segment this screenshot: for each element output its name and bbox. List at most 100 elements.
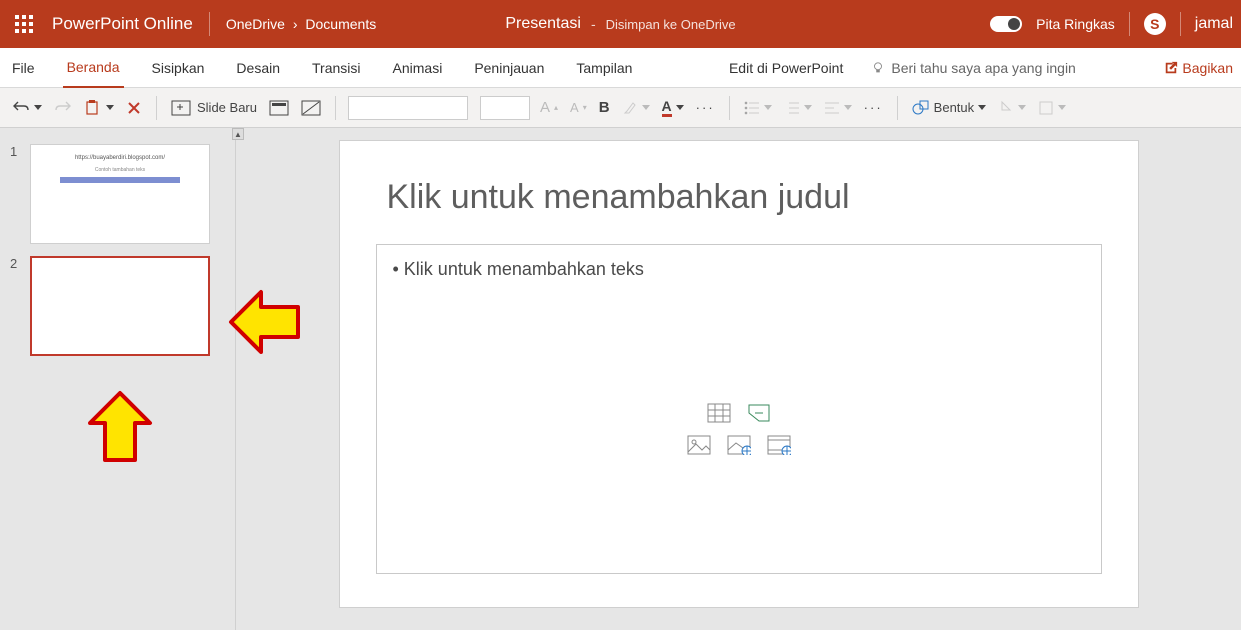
paragraph-more-button[interactable]: ···: [862, 98, 885, 117]
insert-video-icon[interactable]: [766, 434, 792, 456]
delete-button[interactable]: [124, 98, 144, 118]
thumb-body: Contoh tambahan teks: [31, 167, 209, 173]
breadcrumb[interactable]: OneDrive › Documents: [226, 16, 376, 32]
document-title-area: Presentasi - Disimpan ke OneDrive: [505, 15, 735, 33]
ribbon-toolbar: Slide Baru A▴ A▾ B A ··· ··· Bentuk: [0, 88, 1241, 128]
tab-animasi[interactable]: Animasi: [389, 48, 447, 88]
insert-online-picture-icon[interactable]: [726, 434, 752, 456]
thumbnail-row: 1 https://buayaberdiri.blogspot.com/ Con…: [0, 138, 235, 250]
save-status: Disimpan ke OneDrive: [606, 17, 736, 32]
bold-button[interactable]: B: [597, 97, 612, 118]
font-color-button[interactable]: A: [660, 96, 686, 119]
thumbnail-row: 2: [0, 250, 235, 362]
hide-slide-button[interactable]: [299, 98, 323, 118]
tab-file[interactable]: File: [8, 48, 39, 88]
chevron-down-icon: [1018, 105, 1026, 110]
chevron-down-icon: [106, 105, 114, 110]
shapes-button[interactable]: Bentuk: [910, 97, 988, 119]
annotation-arrow-left: [226, 282, 306, 362]
chevron-down-icon: [978, 105, 986, 110]
separator: [1180, 12, 1181, 36]
bullets-button[interactable]: [742, 98, 774, 118]
chevron-right-icon: ›: [293, 16, 298, 32]
thumbnail-number: 2: [10, 256, 22, 271]
tab-desain[interactable]: Desain: [232, 48, 284, 88]
tab-peninjauan[interactable]: Peninjauan: [470, 48, 548, 88]
lightbulb-icon: [871, 61, 885, 75]
slide-canvas[interactable]: Klik untuk menambahkan judul • Klik untu…: [339, 140, 1139, 608]
separator: [897, 96, 898, 120]
shape-outline-button[interactable]: [1036, 98, 1068, 118]
tell-me-text: Beri tahu saya apa yang ingin: [891, 60, 1075, 76]
separator: [335, 96, 336, 120]
breadcrumb-folder[interactable]: Documents: [305, 16, 376, 32]
highlight-button[interactable]: [620, 98, 652, 118]
font-more-button[interactable]: ···: [694, 98, 717, 117]
user-name[interactable]: jamal: [1195, 15, 1233, 33]
decrease-font-button[interactable]: A▾: [568, 98, 589, 117]
tab-sisipkan[interactable]: Sisipkan: [148, 48, 209, 88]
annotation-arrow-up: [80, 388, 160, 468]
edit-in-powerpoint[interactable]: Edit di PowerPoint: [725, 48, 847, 88]
chevron-down-icon: [764, 105, 772, 110]
slide-thumbnail-1[interactable]: https://buayaberdiri.blogspot.com/ Conto…: [30, 144, 210, 244]
chevron-down-icon: [676, 105, 684, 110]
new-slide-button[interactable]: Slide Baru: [169, 98, 259, 118]
increase-font-button[interactable]: A▴: [538, 97, 560, 118]
separator: [209, 12, 210, 36]
thumb-title: https://buayaberdiri.blogspot.com/: [31, 155, 209, 161]
tell-me[interactable]: Beri tahu saya apa yang ingin: [871, 60, 1075, 76]
new-slide-label: Slide Baru: [197, 100, 257, 115]
numbering-button[interactable]: [782, 98, 814, 118]
insert-smartart-icon[interactable]: [746, 402, 772, 424]
share-icon: [1164, 61, 1178, 75]
shapes-label: Bentuk: [934, 100, 974, 115]
dash: -: [591, 16, 596, 32]
slide-editor-area: Klik untuk menambahkan judul • Klik untu…: [236, 128, 1241, 630]
align-button[interactable]: [822, 98, 854, 118]
shape-fill-button[interactable]: [996, 98, 1028, 118]
thumb-shape: [60, 177, 180, 183]
chevron-down-icon: [844, 105, 852, 110]
redo-button[interactable]: [52, 97, 74, 119]
share-button[interactable]: Bagikan: [1164, 60, 1233, 76]
ribbon-toggle[interactable]: [990, 16, 1022, 32]
layout-button[interactable]: [267, 98, 291, 118]
content-insert-icons: [686, 402, 792, 456]
font-size-select[interactable]: [480, 96, 530, 120]
title-bar: PowerPoint Online OneDrive › Documents P…: [0, 0, 1241, 48]
paste-button[interactable]: [82, 97, 116, 119]
insert-picture-icon[interactable]: [686, 434, 712, 456]
chevron-down-icon: [34, 105, 42, 110]
content-placeholder-box[interactable]: • Klik untuk menambahkan teks: [376, 244, 1102, 574]
scroll-up-icon[interactable]: ▲: [232, 128, 244, 140]
title-placeholder-box[interactable]: Klik untuk menambahkan judul: [376, 169, 1102, 226]
thumbnail-number: 1: [10, 144, 22, 159]
separator: [156, 96, 157, 120]
chevron-down-icon: [642, 105, 650, 110]
font-family-select[interactable]: [348, 96, 468, 120]
tab-tampilan[interactable]: Tampilan: [572, 48, 636, 88]
title-placeholder-text: Klik untuk menambahkan judul: [387, 178, 1091, 217]
document-name[interactable]: Presentasi: [505, 15, 581, 33]
slide-thumbnails-pane: ▲ 1 https://buayaberdiri.blogspot.com/ C…: [0, 128, 236, 630]
chevron-down-icon: [1058, 105, 1066, 110]
app-launcher-icon[interactable]: [8, 8, 40, 40]
breadcrumb-root[interactable]: OneDrive: [226, 16, 285, 32]
title-right: Pita Ringkas S jamal: [990, 12, 1233, 36]
workspace: ▲ 1 https://buayaberdiri.blogspot.com/ C…: [0, 128, 1241, 630]
slide-thumbnail-2[interactable]: [30, 256, 210, 356]
app-name: PowerPoint Online: [52, 14, 193, 34]
content-placeholder-text: • Klik untuk menambahkan teks: [393, 259, 1085, 280]
tab-transisi[interactable]: Transisi: [308, 48, 365, 88]
insert-table-icon[interactable]: [706, 402, 732, 424]
ribbon-tabs: File Beranda Sisipkan Desain Transisi An…: [0, 48, 1241, 88]
undo-button[interactable]: [10, 97, 44, 119]
share-label: Bagikan: [1182, 60, 1233, 76]
tab-beranda[interactable]: Beranda: [63, 48, 124, 88]
skype-icon[interactable]: S: [1144, 13, 1166, 35]
separator: [1129, 12, 1130, 36]
separator: [729, 96, 730, 120]
ribbon-toggle-label: Pita Ringkas: [1036, 16, 1115, 32]
chevron-down-icon: [804, 105, 812, 110]
